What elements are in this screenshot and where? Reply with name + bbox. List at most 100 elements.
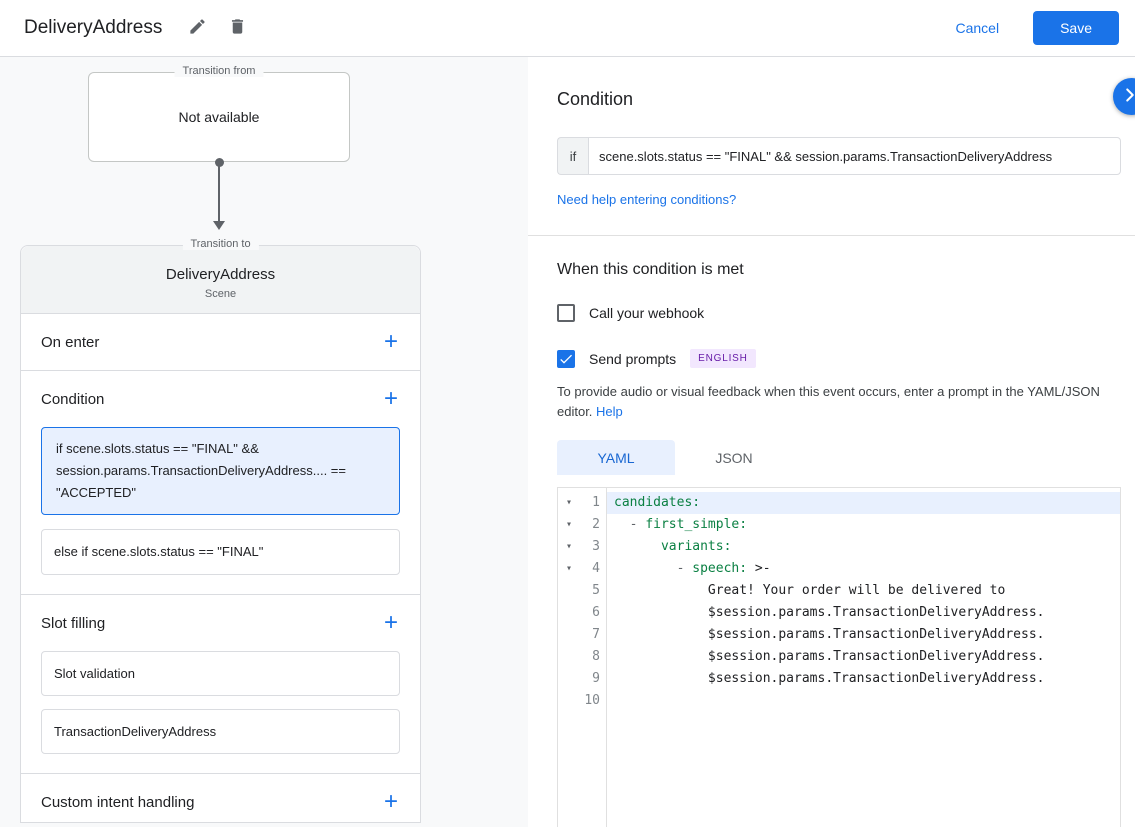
main-content: Transition from Not available Transition… [0,57,1135,827]
header-title-group: DeliveryAddress [24,11,254,45]
tab-json[interactable]: JSON [675,440,793,475]
editor-line[interactable]: ▾2 - first_simple: [558,514,1120,536]
checkmark-icon [558,351,574,367]
slot-filling-label: Slot filling [41,615,105,632]
code-line [606,690,1120,712]
editor-tabs: YAML JSON [557,440,1121,475]
custom-intent-row: Custom intent handling + [21,774,420,827]
condition-section-row: Condition + [21,371,420,427]
add-custom-intent-button[interactable]: + [380,792,402,812]
code-line: - first_simple: [606,514,1120,536]
section-custom-intent: Custom intent handling + [21,773,420,827]
transition-from-label: Transition from [175,65,264,77]
scene-subtitle: Scene [21,288,420,300]
prompt-description-text: To provide audio or visual feedback when… [557,384,1100,419]
send-prompts-label[interactable]: Send prompts [589,351,676,367]
webhook-option-row: Call your webhook [557,304,1121,322]
slot-filling-row: Slot filling + [21,595,420,651]
section-slot-filling: Slot filling + Slot validation Transacti… [21,594,420,754]
trash-icon [228,17,247,39]
call-webhook-checkbox[interactable] [557,304,575,322]
editor-line[interactable]: ▾1candidates: [558,492,1120,514]
tab-yaml[interactable]: YAML [557,440,675,475]
transition-to-label: Transition to [182,238,258,250]
send-prompts-option-row: Send prompts ENGLISH [557,349,1121,368]
condition-card-selected[interactable]: if scene.slots.status == "FINAL" && sess… [41,427,400,515]
fold-spacer [558,602,580,624]
code-line: $session.params.TransactionDeliveryAddre… [606,624,1120,646]
scene-diagram-panel: Transition from Not available Transition… [0,57,528,827]
editor-line[interactable]: ▾4 - speech: >- [558,558,1120,580]
slot-validation-card[interactable]: Slot validation [41,651,400,696]
page-title: DeliveryAddress [24,17,162,39]
section-on-enter: On enter + [21,314,420,370]
editor-line[interactable]: 7 $session.params.TransactionDeliveryAdd… [558,624,1120,646]
code-line: $session.params.TransactionDeliveryAddre… [606,668,1120,690]
on-enter-row: On enter + [21,314,420,370]
fold-spacer [558,668,580,690]
add-on-enter-button[interactable]: + [380,332,402,352]
send-prompts-checkbox[interactable] [557,350,575,368]
language-badge: ENGLISH [690,349,756,368]
line-number: 2 [580,514,606,536]
call-webhook-label[interactable]: Call your webhook [589,305,704,321]
fold-spacer [558,690,580,712]
app-header: DeliveryAddress Cancel Save [0,0,1135,57]
line-number: 5 [580,580,606,602]
scene-title: DeliveryAddress [21,266,420,283]
flow-connector-line [218,165,220,222]
add-slot-button[interactable]: + [380,613,402,633]
editor-line[interactable]: ▾3 variants: [558,536,1120,558]
condition-section-label: Condition [41,391,104,408]
editor-line[interactable]: 9 $session.params.TransactionDeliveryAdd… [558,668,1120,690]
help-link[interactable]: Help [596,404,623,419]
fold-arrow-icon[interactable]: ▾ [558,514,580,536]
when-condition-heading: When this condition is met [557,261,1121,279]
line-number: 3 [580,536,606,558]
code-line: $session.params.TransactionDeliveryAddre… [606,602,1120,624]
condition-detail-panel: Condition if Need help entering conditio… [528,57,1135,827]
if-label: if [557,137,588,175]
fold-spacer [558,624,580,646]
editor-line[interactable]: 10 [558,690,1120,712]
edit-title-button[interactable] [180,11,214,45]
section-condition: Condition + if scene.slots.status == "FI… [21,370,420,575]
scene-editor: DeliveryAddress Cancel Save Transition f… [0,0,1135,827]
code-line: $session.params.TransactionDeliveryAddre… [606,646,1120,668]
save-button[interactable]: Save [1033,11,1119,45]
fold-arrow-icon[interactable]: ▾ [558,558,580,580]
fold-arrow-icon[interactable]: ▾ [558,492,580,514]
fold-arrow-icon[interactable]: ▾ [558,536,580,558]
fold-spacer [558,646,580,668]
condition-card-else[interactable]: else if scene.slots.status == "FINAL" [41,529,400,575]
fold-spacer [558,580,580,602]
slot-delivery-address-card[interactable]: TransactionDeliveryAddress [41,709,400,754]
line-number: 4 [580,558,606,580]
header-actions: Cancel Save [955,11,1119,45]
editor-line[interactable]: 6 $session.params.TransactionDeliveryAdd… [558,602,1120,624]
section-divider [528,235,1135,236]
condition-expression-row: if [557,137,1121,175]
line-number: 7 [580,624,606,646]
transition-to-card: Transition to DeliveryAddress Scene On e… [20,245,421,823]
delete-scene-button[interactable] [220,11,254,45]
transition-from-box[interactable]: Transition from Not available [88,72,350,162]
condition-expression-input[interactable] [588,137,1121,175]
editor-line[interactable]: 5 Great! Your order will be delivered to [558,580,1120,602]
cancel-button[interactable]: Cancel [955,20,999,36]
prompt-description: To provide audio or visual feedback when… [557,382,1121,422]
flow-arrowhead-icon [213,221,225,230]
code-line: - speech: >- [606,558,1120,580]
yaml-editor-lines: ▾1candidates:▾2 - first_simple:▾3 varian… [558,492,1120,712]
editor-line[interactable]: 8 $session.params.TransactionDeliveryAdd… [558,646,1120,668]
add-condition-button[interactable]: + [380,389,402,409]
code-line: candidates: [606,492,1120,514]
pencil-icon [188,17,207,39]
code-line: Great! Your order will be delivered to [606,580,1120,602]
code-line: variants: [606,536,1120,558]
scene-card-header: DeliveryAddress Scene [21,246,420,314]
line-number: 9 [580,668,606,690]
conditions-help-link[interactable]: Need help entering conditions? [557,192,736,207]
yaml-editor[interactable]: ▾1candidates:▾2 - first_simple:▾3 varian… [557,487,1121,827]
transition-from-value: Not available [179,109,260,125]
